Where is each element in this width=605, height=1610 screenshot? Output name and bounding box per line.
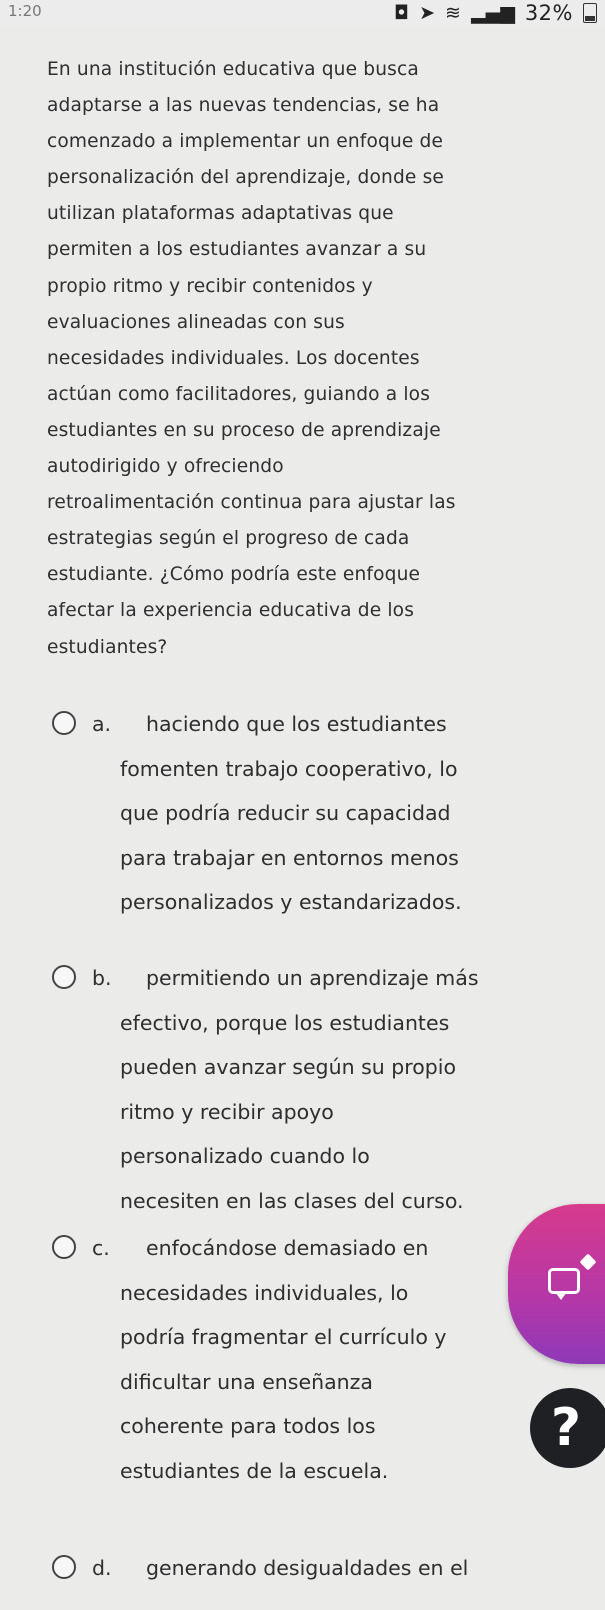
option-line: generando desigualdades en el [146, 1556, 469, 1580]
answer-options: a. haciendo que los estudiantes fomenten… [0, 0, 605, 1610]
radio-button[interactable] [52, 1555, 76, 1579]
option-line: personalizados y estandarizados. [120, 890, 462, 914]
option-line: que podría reducir su capacidad [120, 801, 451, 825]
option-text: haciendo que los estudiantes fomenten tr… [120, 702, 605, 925]
option-line: permitiendo un aprendizaje más [146, 966, 479, 990]
option-text: generando desigualdades en el [146, 1546, 605, 1591]
option-text: permitiendo un aprendizaje más efectivo,… [120, 956, 605, 1223]
option-line: para trabajar en entornos menos [120, 845, 459, 870]
option-line: efectivo, porque los estudiantes [120, 1010, 450, 1035]
radio-button[interactable] [52, 711, 76, 735]
option-letter: c. [92, 1236, 110, 1260]
radio-button[interactable] [52, 1235, 76, 1259]
option-line: estudiantes de la escuela. [120, 1458, 389, 1483]
option-line: personalizado cuando lo [120, 1144, 370, 1168]
option-line: pueden avanzar según su propio [120, 1055, 457, 1079]
option-letter: d. [92, 1556, 112, 1580]
option-line: ritmo y recibir apoyo [120, 1099, 334, 1124]
option-line: necesiten en las clases del curso. [120, 1188, 464, 1213]
option-letter: b. [92, 966, 112, 990]
chat-sparkle-icon [548, 1268, 580, 1300]
option-line: haciendo que los estudiantes [146, 712, 447, 736]
option-letter: a. [92, 712, 112, 736]
radio-button[interactable] [52, 965, 76, 989]
option-line: dificultar una enseñanza [120, 1369, 373, 1394]
option-line: fomenten trabajo cooperativo, lo [120, 756, 458, 781]
help-button[interactable]: ? [530, 1388, 605, 1468]
sparkle-icon [579, 1253, 597, 1271]
